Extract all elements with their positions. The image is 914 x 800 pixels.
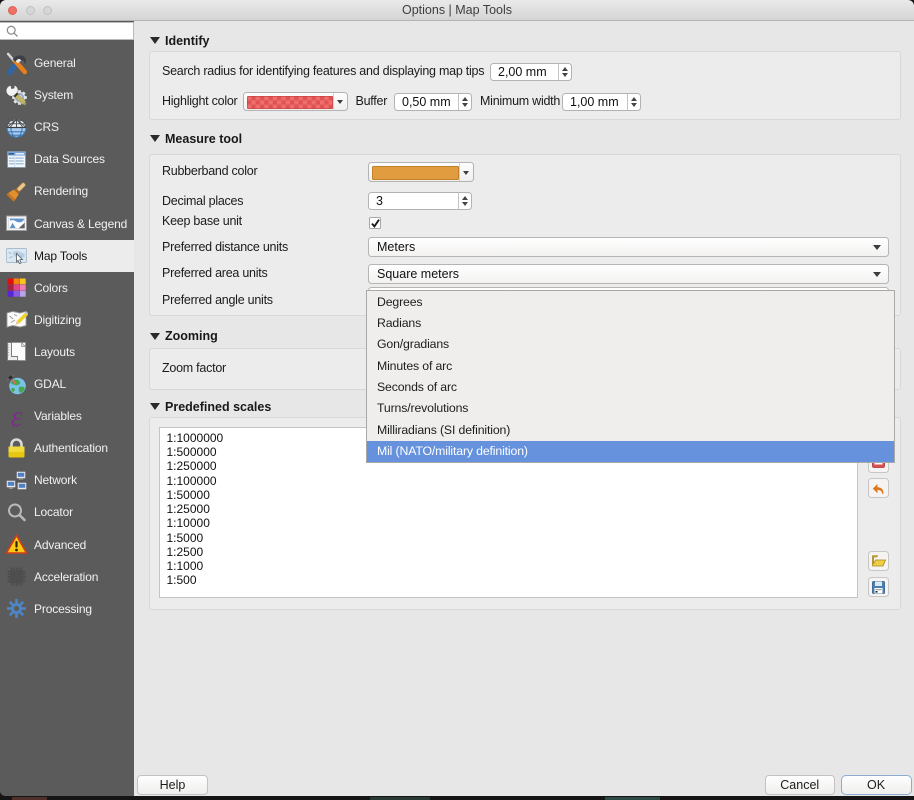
svg-text:ε: ε [11, 405, 23, 428]
